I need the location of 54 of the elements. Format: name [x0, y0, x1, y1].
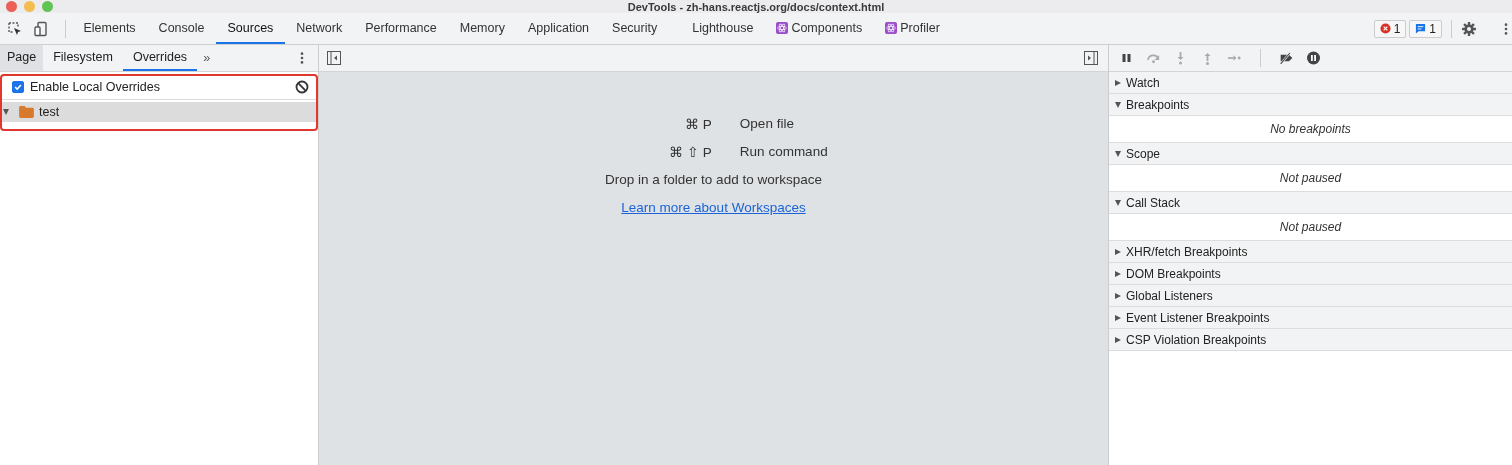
- tree-item[interactable]: test: [1, 102, 317, 122]
- error-icon: [1379, 23, 1391, 34]
- more-icon[interactable]: [1504, 21, 1508, 36]
- deactivate-breakpoints-icon[interactable]: [1279, 51, 1294, 65]
- device-icon[interactable]: [33, 20, 49, 37]
- section-header[interactable]: CSP Violation Breakpoints: [1109, 329, 1512, 351]
- react-icon: [776, 21, 789, 34]
- drop-hint: Drop in a folder to add to workspace: [605, 172, 822, 187]
- empty-message: Not paused: [1279, 171, 1342, 185]
- panel-tab[interactable]: Profiler: [873, 13, 952, 44]
- panel-tab[interactable]: Performance: [353, 13, 449, 44]
- panel-tab[interactable]: Memory: [448, 13, 517, 44]
- section-header[interactable]: Breakpoints: [1109, 94, 1512, 116]
- folder-icon: [19, 106, 34, 118]
- close-button[interactable]: [6, 1, 17, 12]
- inspect-icon[interactable]: [7, 20, 23, 37]
- panel-tab[interactable]: Application: [516, 13, 601, 44]
- sidebar-toggle-icon[interactable]: [1084, 51, 1098, 65]
- section-header[interactable]: Event Listener Breakpoints: [1109, 307, 1512, 329]
- empty-message: No breakpoints: [1270, 122, 1351, 136]
- error-counter[interactable]: 1: [1373, 19, 1407, 38]
- panel-tab[interactable]: Elements: [72, 13, 148, 44]
- section-header[interactable]: DOM Breakpoints: [1109, 263, 1512, 285]
- panel-tab[interactable]: Lighthouse: [680, 13, 765, 44]
- section-header[interactable]: XHR/fetch Breakpoints: [1109, 241, 1512, 263]
- window-title: DevTools - zh-hans.reactjs.org/docs/context.html: [627, 0, 885, 13]
- section-header[interactable]: Scope: [1109, 143, 1512, 165]
- panel-tab[interactable]: Security: [600, 13, 669, 44]
- settings-icon[interactable]: [1461, 20, 1477, 37]
- react-icon: [885, 21, 898, 34]
- clear-icon[interactable]: [295, 79, 309, 94]
- navigator-tab[interactable]: Page: [0, 45, 44, 71]
- checkbox-label: Enable Local Overrides: [30, 79, 160, 94]
- shortcut-keys: ⌘ P: [669, 116, 712, 132]
- workspaces-link[interactable]: Learn more about Workspaces: [621, 200, 806, 215]
- panel-tab[interactable]: Components: [764, 13, 874, 44]
- checkbox[interactable]: [12, 80, 24, 93]
- shortcut-action: Open file: [739, 116, 795, 132]
- message-counter[interactable]: 1: [1409, 19, 1442, 38]
- navigator-tab[interactable]: Overrides: [122, 45, 198, 71]
- panel-tab[interactable]: Network: [284, 13, 354, 44]
- section-header[interactable]: Call Stack: [1109, 192, 1512, 214]
- section-header[interactable]: Watch: [1109, 72, 1512, 94]
- shortcut-action: Run command: [739, 144, 828, 160]
- navigator-tab[interactable]: Filesystem: [43, 45, 123, 71]
- empty-message: Not paused: [1279, 220, 1342, 234]
- panel-tab[interactable]: Console: [147, 13, 216, 44]
- more-icon[interactable]: [300, 51, 304, 65]
- message-icon: [1415, 23, 1427, 34]
- more-tabs-button[interactable]: »: [197, 51, 217, 65]
- pause-on-exceptions-icon[interactable]: [1306, 51, 1321, 65]
- sidebar-toggle-icon[interactable]: [327, 51, 341, 65]
- shortcut-keys: ⌘ ⇧ P: [669, 144, 712, 160]
- section-header[interactable]: Global Listeners: [1109, 285, 1512, 307]
